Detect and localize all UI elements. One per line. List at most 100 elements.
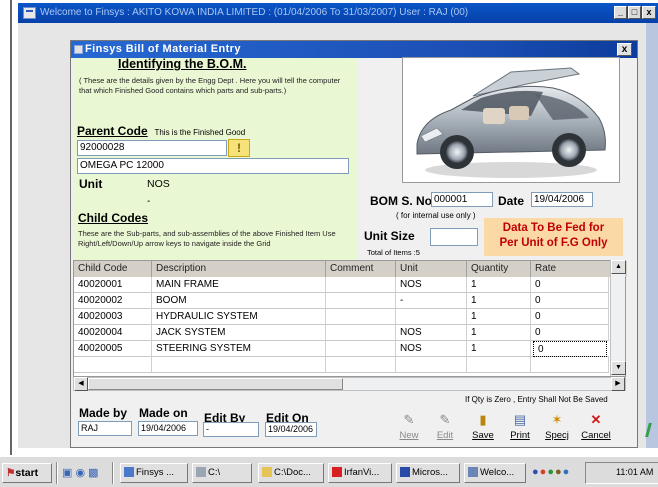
print-button[interactable]: ▤ Print [503, 410, 537, 446]
cell-description[interactable]: MAIN FRAME [152, 277, 326, 293]
cell-unit[interactable] [396, 357, 467, 373]
cell-comment[interactable] [326, 325, 396, 341]
dialog-close-button[interactable]: x [617, 43, 632, 56]
lookup-warning-button[interactable]: ! [228, 139, 250, 157]
cell-child-code[interactable]: 40020003 [74, 309, 152, 325]
scroll-left-icon[interactable]: ◀ [74, 377, 88, 391]
col-child-code[interactable]: Child Code [74, 261, 152, 277]
window-frame-edge [10, 0, 12, 487]
folder-icon [262, 467, 272, 478]
tray-icons[interactable]: ●●●●● [532, 466, 570, 478]
cell-quantity[interactable]: 1 [467, 325, 531, 341]
cell-unit[interactable]: NOS [396, 341, 467, 357]
cell-quantity[interactable]: 1 [467, 277, 531, 293]
table-row[interactable]: 40020001 MAIN FRAME NOS 1 0 [74, 277, 609, 293]
col-rate[interactable]: Rate [531, 261, 611, 277]
table-row[interactable] [74, 357, 609, 373]
cell-comment[interactable] [326, 309, 396, 325]
cell-comment[interactable] [326, 293, 396, 309]
bom-no-input[interactable]: 000001 [431, 192, 493, 207]
cell-rate[interactable] [531, 357, 609, 373]
child-items-grid[interactable]: Child Code Description Comment Unit Quan… [73, 260, 627, 377]
parent-description-input[interactable]: OMEGA PC 12000 [77, 158, 349, 174]
cell-quantity[interactable]: 1 [467, 341, 531, 357]
col-comment[interactable]: Comment [326, 261, 396, 277]
cell-comment[interactable] [326, 357, 396, 373]
table-row[interactable]: 40020002 BOOM - 1 0 [74, 293, 609, 309]
taskbar-item-drive[interactable]: C:\ [192, 463, 252, 483]
dialog-icon [74, 45, 83, 54]
table-row[interactable]: 40020004 JACK SYSTEM NOS 1 0 [74, 325, 609, 341]
cell-unit[interactable]: NOS [396, 277, 467, 293]
cell-unit[interactable]: NOS [396, 325, 467, 341]
cell-description[interactable] [152, 357, 326, 373]
edit-button[interactable]: ✎ Edit [428, 410, 462, 446]
edit-by-field: - [203, 422, 259, 437]
cell-rate-active[interactable]: 0 [533, 341, 607, 357]
irfanview-icon [332, 467, 342, 478]
dialog-title: Finsys Bill of Material Entry [85, 43, 241, 55]
cell-child-code[interactable]: 40020001 [74, 277, 152, 293]
save-button[interactable]: ▮ Save [466, 410, 500, 446]
col-quantity[interactable]: Quantity [467, 261, 531, 277]
cancel-button[interactable]: ✕ Cancel [579, 410, 613, 446]
cell-rate[interactable]: 0 [531, 277, 609, 293]
table-row[interactable]: 40020003 HYDRAULIC SYSTEM 1 0 [74, 309, 609, 325]
minimize-button[interactable]: _ [614, 6, 627, 19]
spec-icon: ✶ [551, 412, 563, 427]
taskbar-item-irfanview[interactable]: IrfanVi... [328, 463, 392, 483]
cell-unit[interactable] [396, 309, 467, 325]
cell-comment[interactable] [326, 341, 396, 357]
cell-child-code[interactable] [74, 357, 152, 373]
cell-quantity[interactable]: 1 [467, 293, 531, 309]
edit-icon: ✎ [439, 412, 451, 427]
cell-comment[interactable] [326, 277, 396, 293]
grid-vertical-scrollbar[interactable]: ▲ ▼ [610, 260, 626, 376]
taskbar-item-welcome[interactable]: Welco... [464, 463, 526, 483]
scroll-right-icon[interactable]: ▶ [611, 377, 625, 391]
close-app-button[interactable]: x [642, 6, 656, 19]
cell-quantity[interactable]: 1 [467, 309, 531, 325]
scroll-up-icon[interactable]: ▲ [611, 260, 626, 274]
cell-child-code[interactable]: 40020005 [74, 341, 152, 357]
table-row[interactable]: 40020005 STEERING SYSTEM NOS 1 0 [74, 341, 609, 357]
quick-launch-icons[interactable]: ▣ ◉ ▩ [62, 466, 99, 479]
made-by-label: Made by [79, 406, 128, 420]
parent-code-hint: This is the Finished Good [154, 128, 246, 137]
parent-code-row: Parent Code This is the Finished Good [77, 124, 245, 138]
new-button[interactable]: ✎ New [392, 410, 426, 446]
cell-description[interactable]: BOOM [152, 293, 326, 309]
horizontal-scroll-thumb[interactable] [88, 378, 343, 390]
scroll-down-icon[interactable]: ▼ [611, 361, 626, 375]
taskbar: ⚑start ▣ ◉ ▩ Finsys ... C:\ C:\Doc... Ir… [0, 455, 658, 487]
taskbar-item-microsoft[interactable]: Micros... [396, 463, 460, 483]
restore-button[interactable]: □ [628, 6, 641, 19]
drive-icon [196, 467, 206, 478]
col-description[interactable]: Description [152, 261, 326, 277]
cell-unit[interactable]: - [396, 293, 467, 309]
grid-horizontal-scrollbar[interactable]: ◀ ▶ [73, 377, 626, 391]
made-on-label: Made on [139, 406, 188, 420]
unit-size-input[interactable] [430, 228, 478, 246]
col-unit[interactable]: Unit [396, 261, 467, 277]
cell-child-code[interactable]: 40020002 [74, 293, 152, 309]
taskbar-item-docs[interactable]: C:\Doc... [258, 463, 324, 483]
start-button[interactable]: ⚑start [2, 463, 52, 483]
cell-description[interactable]: JACK SYSTEM [152, 325, 326, 341]
cell-description[interactable]: HYDRAULIC SYSTEM [152, 309, 326, 325]
spec-button[interactable]: ✶ Specj [540, 410, 574, 446]
cell-child-code[interactable]: 40020004 [74, 325, 152, 341]
finished-good-image [402, 57, 620, 183]
per-unit-notice-line2: Per Unit of F.G Only [499, 237, 608, 249]
cell-description[interactable]: STEERING SYSTEM [152, 341, 326, 357]
date-input[interactable]: 19/04/2006 [531, 192, 593, 207]
taskbar-item-finsys[interactable]: Finsys ... [120, 463, 188, 483]
cell-rate[interactable]: 0 [531, 309, 609, 325]
parent-code-input[interactable]: 92000028 [77, 140, 227, 156]
date-label: Date [498, 194, 525, 208]
cell-quantity[interactable] [467, 357, 531, 373]
cell-rate[interactable]: 0 [531, 293, 609, 309]
cell-rate[interactable]: 0 [531, 325, 609, 341]
clock: 11:01 AM [616, 467, 654, 477]
unit-value: NOS [147, 178, 170, 190]
